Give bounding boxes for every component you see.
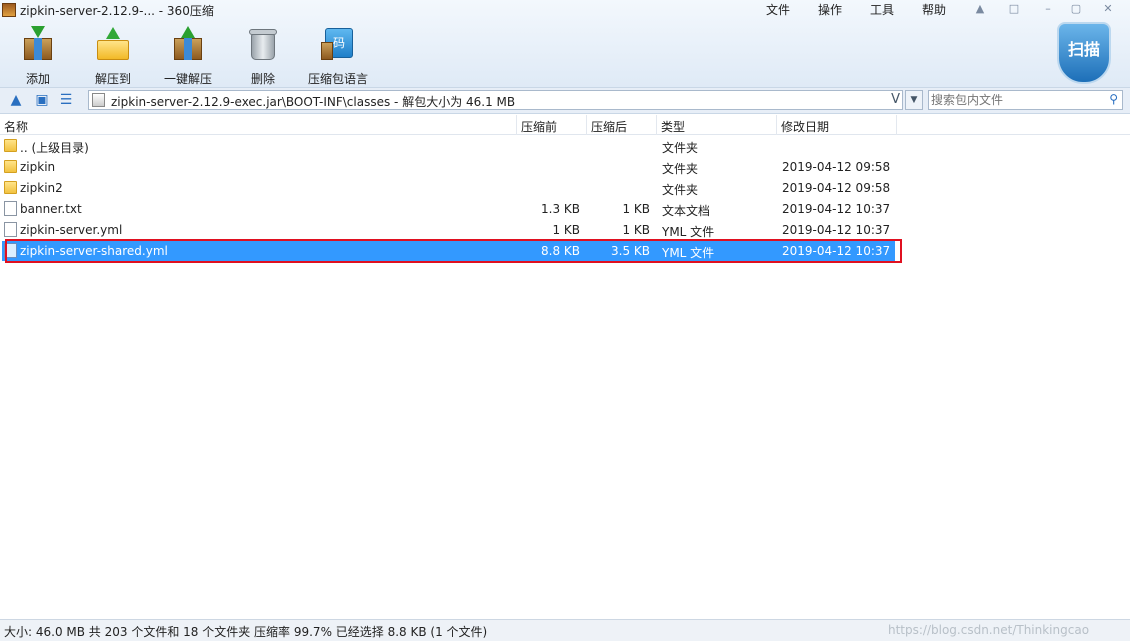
file-name: banner.txt <box>20 202 82 216</box>
search-input[interactable] <box>931 92 1101 108</box>
file-row[interactable]: zipkin2 文件夹 2019-04-12 09:58 <box>2 178 895 198</box>
column-type[interactable]: 类型 <box>661 118 685 135</box>
menu-tools[interactable]: 工具 <box>870 1 894 18</box>
file-row[interactable]: zipkin-server.yml 1 KB 1 KB YML 文件 2019-… <box>2 220 895 240</box>
file-row[interactable]: .. (上级目录) 文件夹 <box>2 136 895 156</box>
up-arrow-icon[interactable]: ▲ <box>7 92 25 108</box>
address-path: zipkin-server-2.12.9-exec.jar\BOOT-INF\c… <box>111 95 516 109</box>
folder-icon <box>4 181 17 194</box>
column-divider <box>586 115 587 135</box>
maximize-icon[interactable]: ▢ <box>1066 2 1086 16</box>
watermark: https://blog.csdn.net/Thinkingcao <box>888 623 1090 637</box>
menu-help[interactable]: 帮助 <box>922 1 946 18</box>
address-dropdown-button[interactable]: ▼ <box>905 90 923 110</box>
file-compressed: 1 KB <box>622 202 650 216</box>
close-icon[interactable]: ✕ <box>1098 2 1118 16</box>
add-button[interactable]: 添加 <box>6 26 70 87</box>
search-box: ⚲ <box>928 90 1123 110</box>
one-click-extract-button[interactable]: 一键解压 <box>156 26 220 87</box>
archive-language-label: 压缩包语言 <box>307 72 368 86</box>
status-bar: 大小: 46.0 MB 共 203 个文件和 18 个文件夹 压缩率 99.7%… <box>0 619 1130 641</box>
text-file-icon <box>4 201 17 216</box>
extract-to-label: 解压到 <box>94 72 131 86</box>
top-area: zipkin-server-2.12.9-... - 360压缩 文件 操作 工… <box>0 0 1130 88</box>
folder-icon <box>4 139 17 152</box>
status-text: 大小: 46.0 MB 共 203 个文件和 18 个文件夹 压缩率 99.7%… <box>4 625 488 639</box>
archive-file-icon <box>92 93 105 107</box>
column-name[interactable]: 名称 <box>4 118 28 135</box>
file-name: zipkin-server.yml <box>20 223 123 237</box>
title-bar: zipkin-server-2.12.9-... - 360压缩 文件 操作 工… <box>0 0 1130 20</box>
file-list-header: 名称 压缩前 压缩后 类型 修改日期 <box>0 115 1130 135</box>
add-label: 添加 <box>25 72 50 86</box>
navigation-bar: ▲ ▣ ☰ zipkin-server-2.12.9-exec.jar\BOOT… <box>0 88 1130 114</box>
file-modified: 2019-04-12 09:58 <box>782 181 891 195</box>
delete-icon <box>246 26 280 62</box>
file-packed: 1 KB <box>552 223 580 237</box>
file-modified: 2019-04-12 09:58 <box>782 160 891 174</box>
yml-file-icon <box>4 222 17 237</box>
delete-button[interactable]: 删除 <box>231 26 295 87</box>
app-icon <box>2 3 16 17</box>
file-packed: 1.3 KB <box>541 202 580 216</box>
column-divider <box>896 115 897 135</box>
file-type: 文本文档 <box>662 204 711 218</box>
one-click-extract-label: 一键解压 <box>163 72 212 86</box>
window-title: zipkin-server-2.12.9-... - 360压缩 <box>20 4 214 18</box>
delete-label: 删除 <box>250 72 275 86</box>
file-type: 文件夹 <box>662 183 699 197</box>
file-name: zipkin2 <box>20 181 63 195</box>
folder-icon <box>4 160 17 173</box>
file-compressed: 1 KB <box>622 223 650 237</box>
minimize-icon[interactable]: – <box>1038 2 1058 16</box>
file-modified: 2019-04-12 10:37 <box>782 202 891 216</box>
file-name: zipkin <box>20 160 56 174</box>
one-click-extract-icon <box>171 26 205 62</box>
file-row[interactable]: zipkin 文件夹 2019-04-12 09:58 <box>2 157 895 177</box>
skin-icon[interactable]: ▲ <box>970 2 990 16</box>
column-compressed[interactable]: 压缩后 <box>591 118 627 135</box>
file-type: YML 文件 <box>662 225 715 239</box>
file-modified: 2019-04-12 10:37 <box>782 223 891 237</box>
address-bar[interactable]: zipkin-server-2.12.9-exec.jar\BOOT-INF\c… <box>88 90 903 110</box>
search-icon[interactable]: ⚲ <box>1109 92 1118 106</box>
view-thumbnail-icon[interactable]: ▣ <box>33 92 51 108</box>
column-modified[interactable]: 修改日期 <box>781 118 829 135</box>
column-divider <box>516 115 517 135</box>
menu-operation[interactable]: 操作 <box>818 1 842 18</box>
archive-language-icon: 码 <box>321 26 355 62</box>
column-divider <box>776 115 777 135</box>
add-archive-icon <box>21 26 55 62</box>
file-row[interactable]: banner.txt 1.3 KB 1 KB 文本文档 2019-04-12 1… <box>2 199 895 219</box>
feedback-icon[interactable]: □ <box>1004 2 1024 16</box>
extract-to-icon <box>96 26 130 62</box>
extract-to-button[interactable]: 解压到 <box>81 26 145 87</box>
column-divider <box>656 115 657 135</box>
file-name: .. (上级目录) <box>20 141 89 155</box>
view-list-icon[interactable]: ☰ <box>57 92 75 108</box>
column-packed[interactable]: 压缩前 <box>521 118 557 135</box>
menu-file[interactable]: 文件 <box>766 1 790 18</box>
scan-button[interactable]: 扫描 <box>1057 22 1111 84</box>
address-v-icon: V <box>891 92 900 107</box>
highlight-box <box>5 239 902 263</box>
file-type: 文件夹 <box>662 141 699 155</box>
archive-language-button[interactable]: 码 压缩包语言 <box>306 26 370 87</box>
file-type: 文件夹 <box>662 162 699 176</box>
